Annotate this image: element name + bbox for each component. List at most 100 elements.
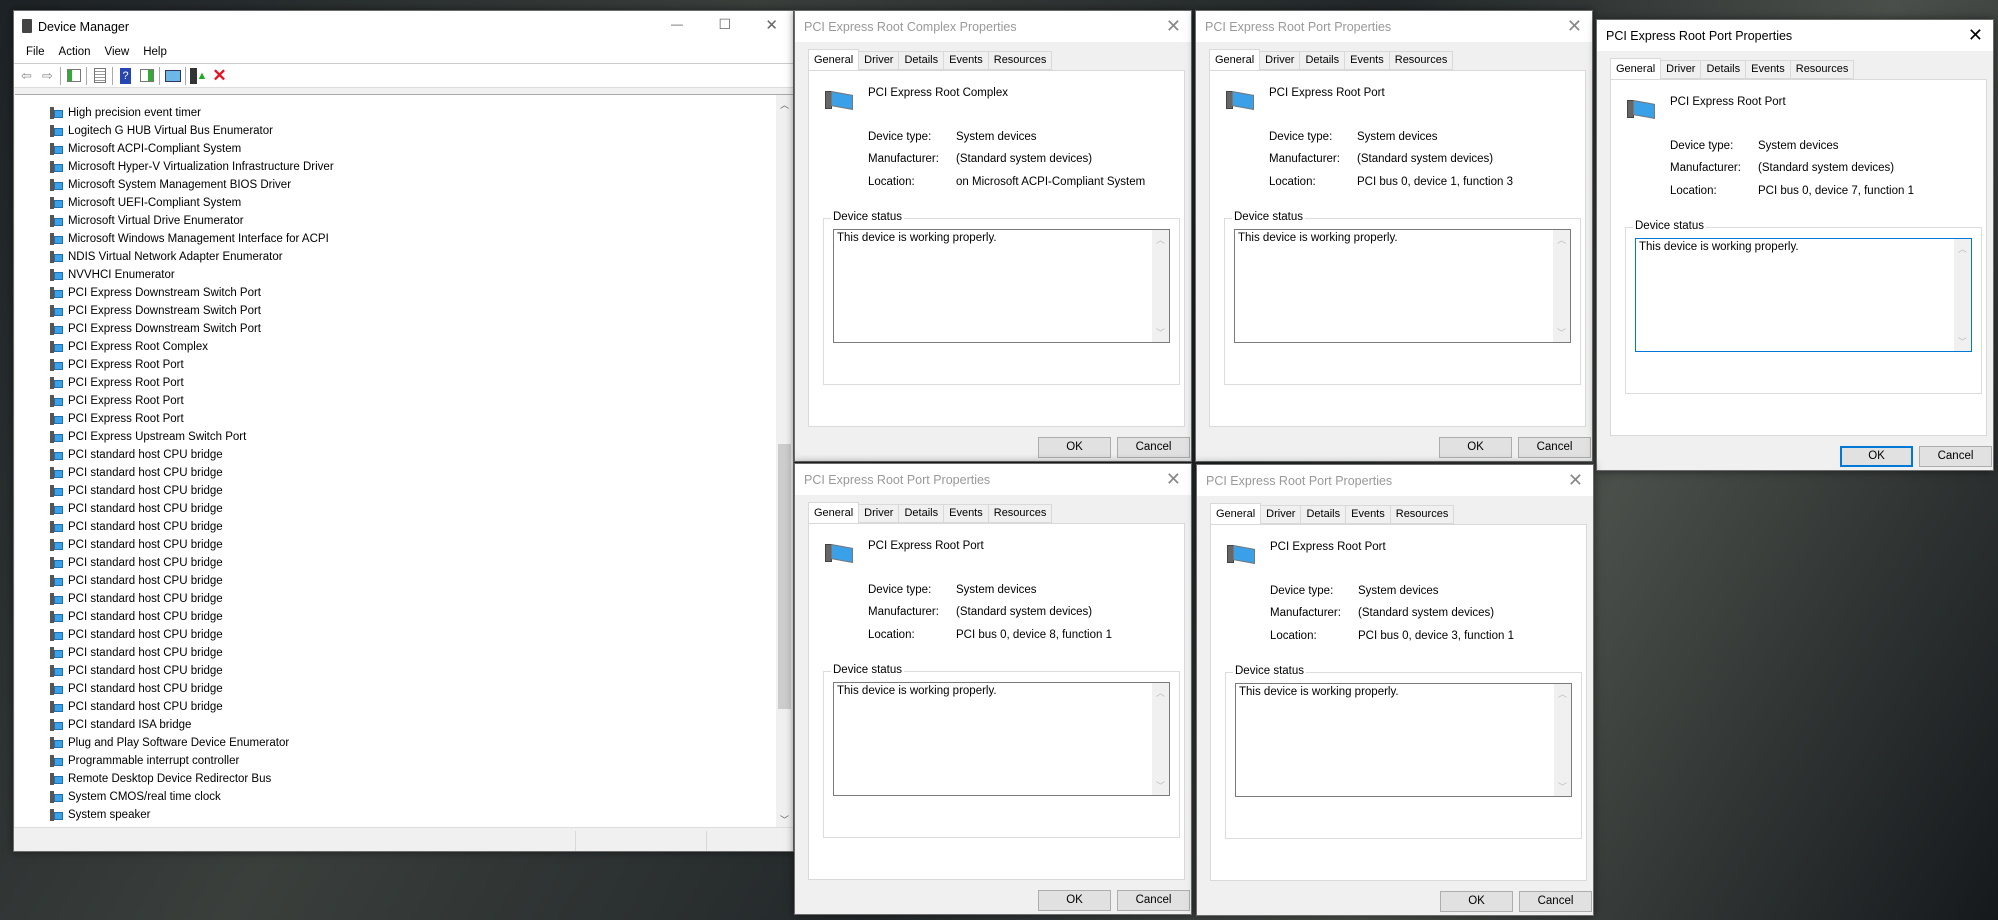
tab-events[interactable]: Events xyxy=(1746,60,1791,79)
device-list-item[interactable]: PCI standard host CPU bridge xyxy=(50,572,223,590)
device-list-item[interactable]: PCI Express Root Port xyxy=(50,374,184,392)
ok-button[interactable]: OK xyxy=(1840,446,1913,467)
tab-general[interactable]: General xyxy=(1210,503,1262,525)
close-button[interactable]: ✕ xyxy=(1568,471,1583,489)
device-list-item[interactable]: Microsoft Virtual Drive Enumerator xyxy=(50,212,244,230)
tab-resources[interactable]: Resources xyxy=(988,51,1053,70)
device-list-item[interactable]: Remote Desktop Device Redirector Bus xyxy=(50,770,271,788)
device-list-item[interactable]: PCI standard host CPU bridge xyxy=(50,626,223,644)
device-list-item[interactable]: Plug and Play Software Device Enumerator xyxy=(50,734,289,752)
device-list-item[interactable]: High precision event timer xyxy=(50,104,201,122)
tab-details[interactable]: Details xyxy=(1300,51,1346,70)
device-list-item[interactable]: PCI standard host CPU bridge xyxy=(50,662,223,680)
tab-events[interactable]: Events xyxy=(1346,505,1391,524)
status-scrollbar[interactable]: ︿ ﹀ xyxy=(1152,683,1169,795)
scrollbar-thumb[interactable] xyxy=(778,444,791,709)
status-scrollbar[interactable]: ︿ ﹀ xyxy=(1152,230,1169,342)
scroll-down-arrow[interactable]: ﹀ xyxy=(776,813,793,826)
status-scrollbar[interactable]: ︿ ﹀ xyxy=(1554,684,1571,796)
device-list-item[interactable]: PCI standard host CPU bridge xyxy=(50,500,223,518)
device-list-item[interactable]: PCI standard host CPU bridge xyxy=(50,608,223,626)
tab-resources[interactable]: Resources xyxy=(1390,505,1455,524)
close-button[interactable]: ✕ xyxy=(765,16,778,34)
cancel-button[interactable]: Cancel xyxy=(1519,891,1592,912)
tab-resources[interactable]: Resources xyxy=(1790,60,1855,79)
maximize-button[interactable]: ☐ xyxy=(718,16,731,33)
tab-resources[interactable]: Resources xyxy=(1389,51,1454,70)
device-status-textbox[interactable]: This device is working properly. ︿ ﹀ xyxy=(1635,238,1972,352)
close-button[interactable]: ✕ xyxy=(1166,470,1181,488)
scroll-up-arrow[interactable]: ︿ xyxy=(776,98,793,111)
device-list-item[interactable]: NVVHCI Enumerator xyxy=(50,266,175,284)
properties-icon[interactable] xyxy=(90,66,109,85)
device-list-item[interactable]: PCI Express Downstream Switch Port xyxy=(50,320,261,338)
tab-events[interactable]: Events xyxy=(1345,51,1390,70)
title-bar[interactable]: PCI Express Root Port Properties ✕ xyxy=(1196,11,1592,42)
device-list-item[interactable]: PCI standard ISA bridge xyxy=(50,716,191,734)
device-status-textbox[interactable]: This device is working properly. ︿ ﹀ xyxy=(833,229,1170,343)
device-list-item[interactable]: PCI Express Downstream Switch Port xyxy=(50,284,261,302)
tab-details[interactable]: Details xyxy=(899,51,945,70)
title-bar[interactable]: PCI Express Root Port Properties ✕ xyxy=(795,464,1191,495)
cancel-button[interactable]: Cancel xyxy=(1518,437,1591,458)
tab-details[interactable]: Details xyxy=(899,504,945,523)
close-button[interactable]: ✕ xyxy=(1166,17,1181,35)
device-status-textbox[interactable]: This device is working properly. ︿ ﹀ xyxy=(1234,229,1571,343)
cancel-button[interactable]: Cancel xyxy=(1117,437,1190,458)
ok-button[interactable]: OK xyxy=(1439,437,1512,458)
tab-driver[interactable]: Driver xyxy=(1661,60,1702,79)
back-icon[interactable]: ⇦ xyxy=(17,66,36,85)
tab-details[interactable]: Details xyxy=(1301,505,1347,524)
tab-general[interactable]: General xyxy=(808,49,860,71)
scan-hardware-icon[interactable] xyxy=(163,66,182,85)
menu-action[interactable]: Action xyxy=(52,42,98,63)
device-list-item[interactable]: PCI Express Upstream Switch Port xyxy=(50,428,246,446)
device-list-item[interactable]: PCI standard host CPU bridge xyxy=(50,464,223,482)
tab-general[interactable]: General xyxy=(1209,49,1261,71)
cancel-button[interactable]: Cancel xyxy=(1117,890,1190,911)
title-bar[interactable]: PCI Express Root Complex Properties ✕ xyxy=(795,11,1191,42)
device-list-item[interactable]: PCI Express Downstream Switch Port xyxy=(50,302,261,320)
ok-button[interactable]: OK xyxy=(1038,437,1111,458)
ok-button[interactable]: OK xyxy=(1440,891,1513,912)
close-button[interactable]: ✕ xyxy=(1968,26,1983,44)
title-bar[interactable]: PCI Express Root Port Properties ✕ xyxy=(1197,465,1593,496)
menu-file[interactable]: File xyxy=(19,42,52,63)
menu-view[interactable]: View xyxy=(98,42,137,63)
device-list-item[interactable]: PCI standard host CPU bridge xyxy=(50,698,223,716)
tab-general[interactable]: General xyxy=(1610,58,1662,80)
update-driver-icon[interactable]: ▲ xyxy=(189,66,208,85)
device-list-item[interactable]: Microsoft UEFI-Compliant System xyxy=(50,194,241,212)
show-hide-console-tree-icon[interactable] xyxy=(64,66,83,85)
device-list-item[interactable]: NDIS Virtual Network Adapter Enumerator xyxy=(50,248,283,266)
tab-resources[interactable]: Resources xyxy=(988,504,1053,523)
vertical-scrollbar[interactable]: ︿ ﹀ xyxy=(776,95,793,829)
tab-driver[interactable]: Driver xyxy=(859,51,900,70)
device-list-item[interactable]: PCI standard host CPU bridge xyxy=(50,554,223,572)
show-action-pane-icon[interactable] xyxy=(137,66,156,85)
device-list-item[interactable]: PCI standard host CPU bridge xyxy=(50,446,223,464)
device-tree[interactable]: ︿ ﹀ High precision event timer Logitech G… xyxy=(15,94,793,829)
device-status-textbox[interactable]: This device is working properly. ︿ ﹀ xyxy=(1235,683,1572,797)
device-list-item[interactable]: Microsoft System Management BIOS Driver xyxy=(50,176,291,194)
device-list-item[interactable]: PCI standard host CPU bridge xyxy=(50,644,223,662)
device-list-item[interactable]: PCI standard host CPU bridge xyxy=(50,590,223,608)
device-list-item[interactable]: Logitech G HUB Virtual Bus Enumerator xyxy=(50,122,273,140)
device-list-item[interactable]: System CMOS/real time clock xyxy=(50,788,221,806)
cancel-button[interactable]: Cancel xyxy=(1919,446,1992,467)
forward-icon[interactable]: ⇨ xyxy=(38,66,57,85)
minimize-button[interactable]: — xyxy=(671,17,683,31)
tab-details[interactable]: Details xyxy=(1701,60,1747,79)
menu-help[interactable]: Help xyxy=(136,42,174,63)
device-list-item[interactable]: Programmable interrupt controller xyxy=(50,752,239,770)
device-list-item[interactable]: Microsoft ACPI-Compliant System xyxy=(50,140,241,158)
device-list-item[interactable]: PCI standard host CPU bridge xyxy=(50,680,223,698)
device-list-item[interactable]: Microsoft Hyper-V Virtualization Infrast… xyxy=(50,158,334,176)
device-list-item[interactable]: System speaker xyxy=(50,806,150,824)
tab-events[interactable]: Events xyxy=(944,504,989,523)
title-bar[interactable]: PCI Express Root Port Properties ✕ xyxy=(1597,20,1993,51)
tab-driver[interactable]: Driver xyxy=(1261,505,1302,524)
device-list-item[interactable]: PCI Express Root Port xyxy=(50,392,184,410)
device-list-item[interactable]: PCI Express Root Port xyxy=(50,356,184,374)
help-icon[interactable]: ? xyxy=(116,66,135,85)
